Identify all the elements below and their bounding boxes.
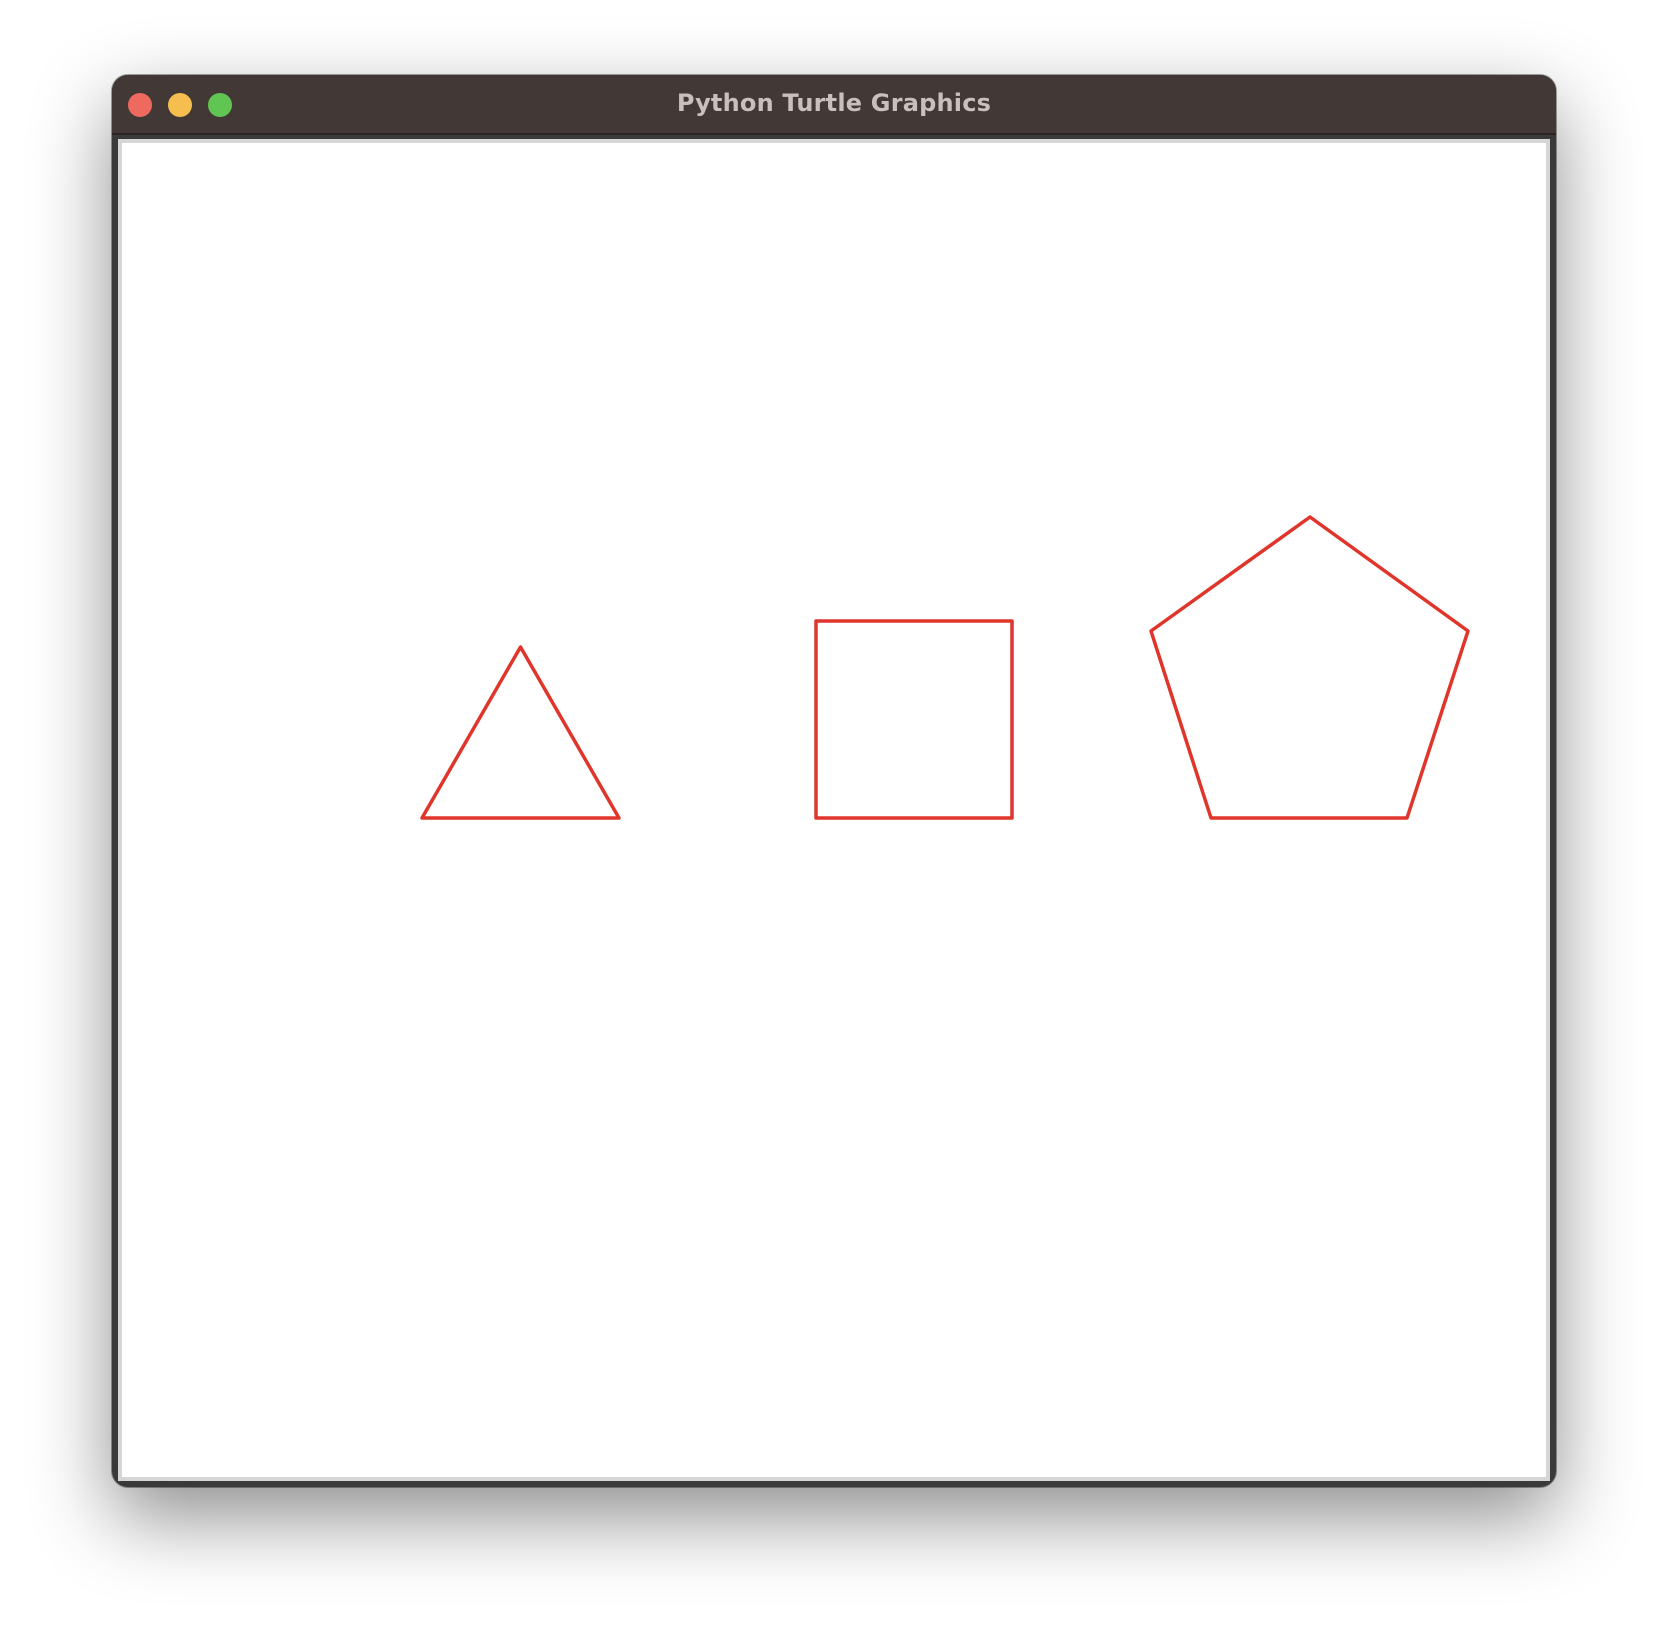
turtle-window: Python Turtle Graphics bbox=[112, 75, 1556, 1487]
title-bar[interactable]: Python Turtle Graphics bbox=[112, 75, 1556, 135]
drawing-surface[interactable] bbox=[122, 143, 1546, 1477]
window-title: Python Turtle Graphics bbox=[676, 89, 992, 117]
turtle-canvas[interactable] bbox=[122, 143, 1546, 1477]
square-shape bbox=[814, 619, 1014, 820]
triangle-shape bbox=[420, 645, 621, 820]
canvas-frame bbox=[118, 139, 1550, 1481]
pentagon-shape bbox=[1149, 515, 1470, 820]
